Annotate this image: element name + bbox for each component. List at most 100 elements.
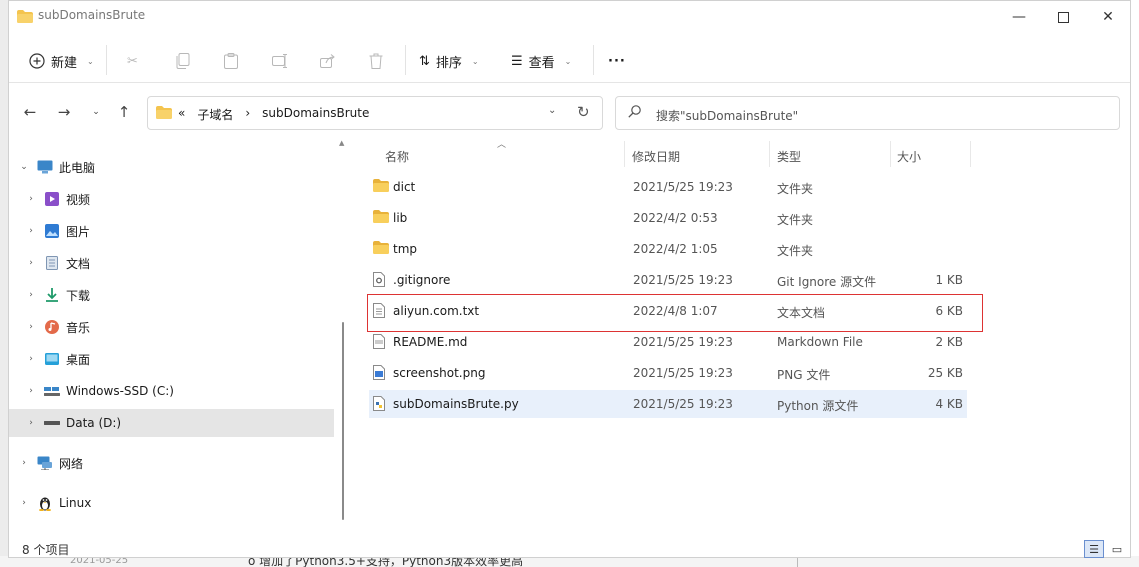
details-view-button[interactable]: ☰: [1084, 540, 1104, 558]
clipboard-icon: [224, 53, 238, 69]
plus-circle-icon: [29, 53, 45, 69]
nav-item-pictures[interactable]: › 图片: [9, 217, 334, 245]
chevron-right-icon[interactable]: ›: [26, 194, 36, 204]
breadcrumb-item[interactable]: 子域名: [197, 106, 233, 123]
rename-button[interactable]: [272, 49, 288, 73]
scroll-up-icon[interactable]: ▲: [339, 139, 344, 147]
column-header-date[interactable]: 修改日期: [632, 148, 680, 165]
view-button[interactable]: ☰ 查看 ⌄: [511, 49, 571, 73]
file-date: 2022/4/2 0:53: [633, 211, 718, 225]
breadcrumb-overflow[interactable]: «: [178, 106, 185, 123]
breadcrumb-item[interactable]: subDomainsBrute: [262, 106, 369, 123]
file-type: 文本文档: [777, 306, 826, 320]
chevron-right-icon[interactable]: ›: [19, 458, 29, 468]
image-file-icon: [373, 365, 389, 381]
tiles-view-icon: ▭: [1111, 542, 1123, 556]
nav-item-this-pc[interactable]: ⌄ 此电脑: [9, 153, 334, 181]
scrollbar-thumb[interactable]: [342, 322, 344, 520]
file-type: Markdown File: [777, 335, 863, 349]
chevron-down-icon: ⌄: [564, 56, 572, 66]
file-date: 2021/5/25 19:23: [633, 180, 733, 194]
chevron-right-icon[interactable]: ›: [26, 226, 36, 236]
nav-item-downloads[interactable]: › 下载: [9, 281, 334, 309]
chevron-down-icon[interactable]: ⌄: [19, 162, 29, 172]
delete-button[interactable]: [369, 49, 383, 73]
nav-scrollbar[interactable]: ▲: [339, 139, 345, 520]
file-name: tmp: [393, 242, 418, 256]
video-folder-icon: [44, 191, 60, 207]
column-divider[interactable]: [890, 141, 891, 167]
nav-item-data-drive[interactable]: › Data (D:): [9, 409, 334, 437]
minimize-button[interactable]: —: [996, 1, 1042, 33]
arrow-left-icon: ←: [23, 103, 37, 121]
tiles-view-button[interactable]: ▭: [1107, 540, 1127, 558]
file-row[interactable]: README.md 2021/5/25 19:23 Markdown File …: [369, 328, 967, 356]
folder-icon: [156, 106, 172, 119]
column-header-type[interactable]: 类型: [777, 148, 801, 165]
nav-item-label: 音乐: [66, 320, 91, 335]
chevron-right-icon[interactable]: ›: [26, 418, 36, 428]
sort-button[interactable]: ⇅ 排序 ⌄: [419, 49, 479, 73]
divider: [106, 45, 107, 75]
file-row[interactable]: subDomainsBrute.py 2021/5/25 19:23 Pytho…: [369, 390, 967, 418]
nav-item-documents[interactable]: › 文档: [9, 249, 334, 277]
search-input[interactable]: 搜索"subDomainsBrute": [656, 107, 798, 124]
nav-item-linux[interactable]: › Linux: [9, 489, 334, 517]
file-row[interactable]: dict 2021/5/25 19:23 文件夹: [369, 173, 967, 201]
copy-icon: [176, 53, 190, 69]
chevron-right-icon[interactable]: ›: [26, 322, 36, 332]
maximize-button[interactable]: [1040, 1, 1086, 33]
folder-icon: [373, 241, 389, 257]
copy-button[interactable]: [176, 49, 190, 73]
share-button[interactable]: [320, 49, 336, 73]
desktop-folder-icon: [44, 351, 60, 367]
new-label: 新建: [51, 55, 78, 71]
column-divider[interactable]: [970, 141, 971, 167]
minimize-icon: —: [1012, 9, 1026, 25]
arrow-up-icon: ↑: [117, 103, 131, 121]
column-header-name[interactable]: 名称: [385, 148, 409, 165]
chevron-down-icon[interactable]: ⌄: [548, 105, 556, 116]
back-button[interactable]: ←: [20, 102, 40, 122]
python-file-icon: [373, 396, 389, 412]
markdown-file-icon: [373, 334, 389, 350]
view-label: 查看: [528, 55, 555, 71]
recent-locations-button[interactable]: ⌄: [86, 102, 106, 122]
breadcrumb-separator-icon[interactable]: ›: [245, 106, 250, 123]
file-type: 文件夹: [777, 244, 814, 258]
address-bar[interactable]: « 子域名 › subDomainsBrute ⌄ ↻: [147, 96, 603, 130]
column-divider[interactable]: [769, 141, 770, 167]
nav-item-videos[interactable]: › 视频: [9, 185, 334, 213]
more-button[interactable]: ···: [608, 49, 626, 73]
file-row[interactable]: .gitignore 2021/5/25 19:23 Git Ignore 源文…: [369, 266, 967, 294]
close-button[interactable]: ✕: [1085, 1, 1131, 33]
details-view-icon: ☰: [1089, 542, 1099, 556]
file-date: 2021/5/25 19:23: [633, 273, 733, 287]
search-box[interactable]: 搜索"subDomainsBrute": [615, 96, 1120, 130]
column-header-size[interactable]: 大小: [897, 148, 921, 165]
new-button[interactable]: 新建 ⌄: [29, 49, 94, 73]
nav-item-desktop[interactable]: › 桌面: [9, 345, 334, 373]
music-folder-icon: [44, 319, 60, 335]
chevron-right-icon[interactable]: ›: [26, 258, 36, 268]
nav-item-music[interactable]: › 音乐: [9, 313, 334, 341]
file-row[interactable]: aliyun.com.txt 2022/4/8 1:07 文本文档 6 KB: [369, 297, 967, 325]
nav-item-windows-ssd[interactable]: › Windows-SSD (C:): [9, 377, 334, 405]
cut-button[interactable]: ✂: [127, 49, 138, 73]
file-row[interactable]: screenshot.png 2021/5/25 19:23 PNG 文件 25…: [369, 359, 967, 387]
refresh-icon[interactable]: ↻: [577, 103, 590, 121]
chevron-right-icon[interactable]: ›: [26, 354, 36, 364]
file-row[interactable]: tmp 2022/4/2 1:05 文件夹: [369, 235, 967, 263]
chevron-right-icon[interactable]: ›: [26, 386, 36, 396]
rename-icon: [272, 54, 288, 68]
scissors-icon: ✂: [127, 53, 138, 69]
forward-button[interactable]: →: [54, 102, 74, 122]
file-row[interactable]: lib 2022/4/2 0:53 文件夹: [369, 204, 967, 232]
linux-icon: [37, 495, 53, 511]
nav-item-network[interactable]: › 网络: [9, 449, 334, 477]
paste-button[interactable]: [224, 49, 238, 73]
chevron-right-icon[interactable]: ›: [19, 498, 29, 508]
up-button[interactable]: ↑: [114, 102, 134, 122]
chevron-right-icon[interactable]: ›: [26, 290, 36, 300]
column-divider[interactable]: [624, 141, 625, 167]
